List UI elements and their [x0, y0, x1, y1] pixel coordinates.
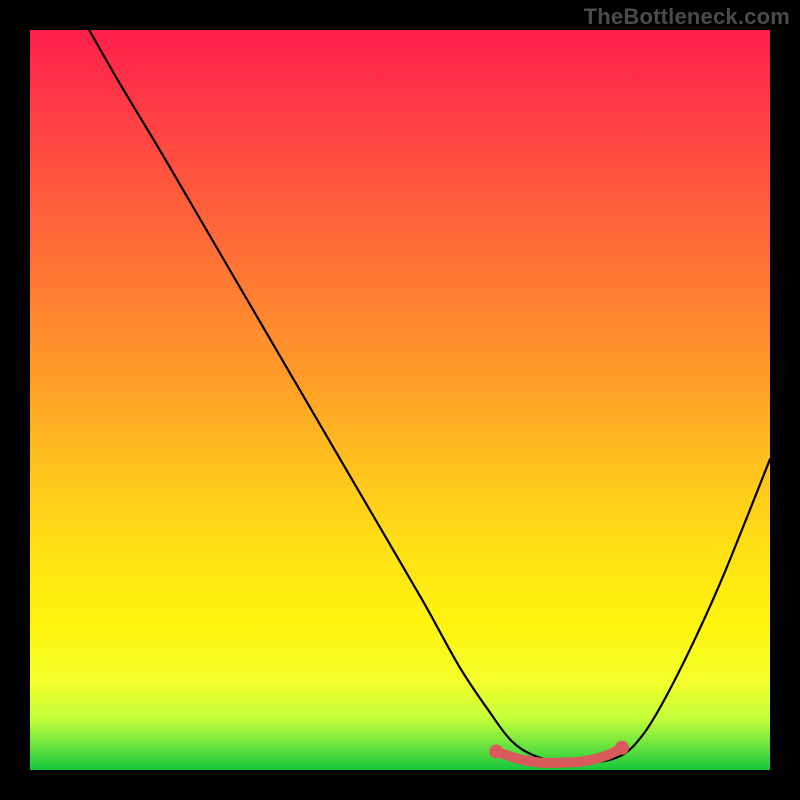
chart-frame: TheBottleneck.com: [0, 0, 800, 800]
highlight-start-dot: [489, 745, 503, 759]
watermark-text: TheBottleneck.com: [584, 4, 790, 30]
highlight-end-dot: [615, 741, 629, 755]
chart-svg: [30, 30, 770, 770]
plot-area: [30, 30, 770, 770]
optimal-range-highlight: [496, 748, 622, 763]
bottleneck-curve: [89, 30, 770, 764]
